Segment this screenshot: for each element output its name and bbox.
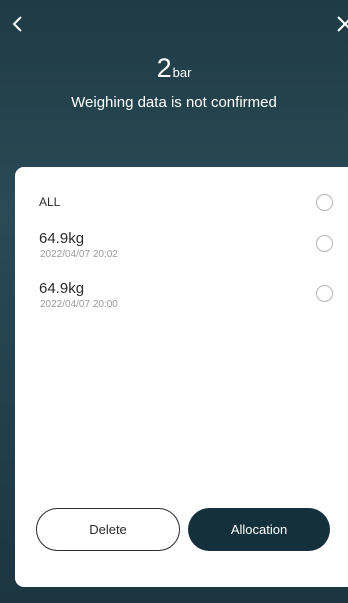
all-radio[interactable] xyxy=(316,194,333,211)
delete-button[interactable]: Delete xyxy=(36,508,180,551)
weighing-list-card: ALL 64.9kg 2022/04/07 20:02 64.9kg 2022/… xyxy=(15,167,348,587)
weight-value: 64.9kg xyxy=(39,280,85,297)
status-text: Weighing data is not confirmed xyxy=(71,94,277,111)
allocation-button[interactable]: Allocation xyxy=(188,508,330,551)
close-icon[interactable] xyxy=(336,14,348,34)
weight-datetime: 2022/04/07 20:00 xyxy=(40,299,118,310)
list-item[interactable]: 64.9kg 2022/04/07 20:00 xyxy=(15,280,348,312)
back-chevron-icon[interactable] xyxy=(8,14,28,34)
count-number: 2 xyxy=(156,53,172,83)
weight-datetime: 2022/04/07 20:02 xyxy=(40,249,118,260)
item-radio[interactable] xyxy=(316,235,333,252)
item-radio[interactable] xyxy=(316,285,333,302)
list-item-all[interactable]: ALL xyxy=(15,193,348,217)
all-label: ALL xyxy=(39,195,61,209)
weight-value: 64.9kg xyxy=(39,230,85,247)
unconfirmed-count: 2bar xyxy=(0,53,348,84)
count-unit: bar xyxy=(172,65,192,80)
list-item[interactable]: 64.9kg 2022/04/07 20:02 xyxy=(15,230,348,262)
